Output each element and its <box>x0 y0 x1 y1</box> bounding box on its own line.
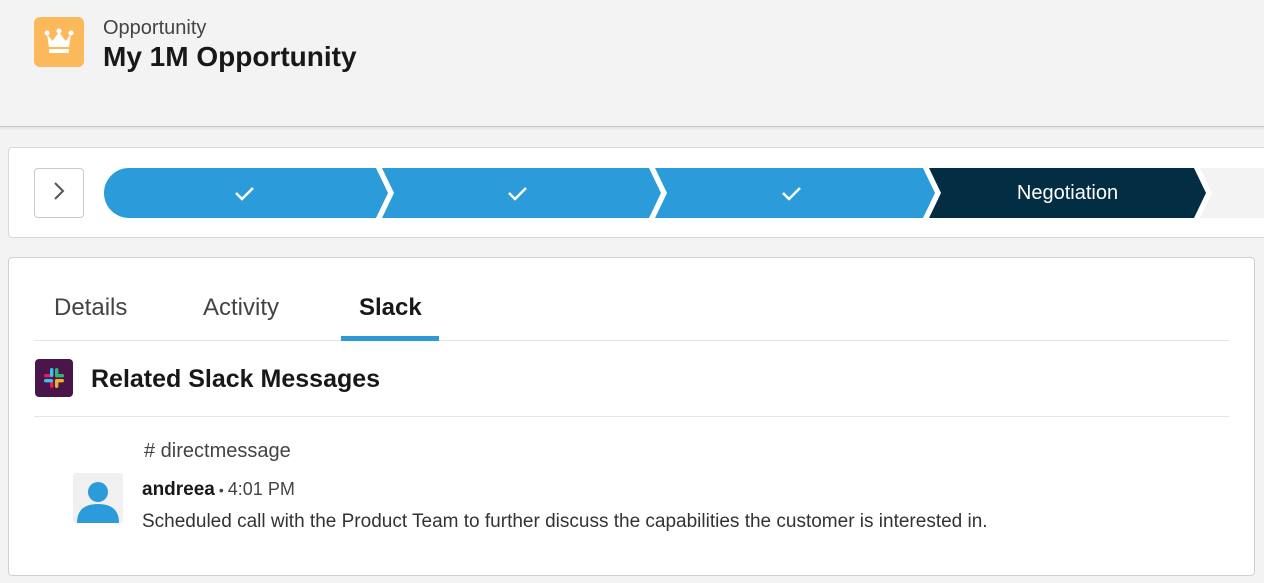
user-avatar-icon <box>73 473 123 523</box>
path-stage-5[interactable] <box>1200 168 1264 218</box>
channel-name[interactable]: # directmessage <box>144 440 291 463</box>
record-title: My 1M Opportunity <box>103 41 357 72</box>
path-stage-1[interactable] <box>104 168 388 218</box>
tab-details[interactable]: Details <box>54 294 127 341</box>
record-detail-card: Details Activity Slack Related Slack Mes… <box>8 257 1255 576</box>
message-time: 4:01 PM <box>227 479 295 499</box>
path-stage-2[interactable] <box>382 168 661 218</box>
message-text: Scheduled call with the Product Team to … <box>142 511 988 532</box>
section-title: Related Slack Messages <box>91 365 381 393</box>
slack-logo-icon <box>35 359 73 397</box>
message-separator: • <box>218 482 224 498</box>
message-author[interactable]: andreea <box>142 479 215 500</box>
object-type-label: Opportunity <box>103 17 207 39</box>
slack-section-header: Related Slack Messages <box>34 341 1229 417</box>
path-card: Negotiation <box>8 147 1264 238</box>
message-meta: andreea • 4:01 PM <box>142 479 295 501</box>
tab-activity[interactable]: Activity <box>203 294 279 341</box>
tab-slack[interactable]: Slack <box>359 294 422 341</box>
stage-label-current: Negotiation <box>1016 182 1119 204</box>
record-header: Opportunity My 1M Opportunity <box>0 0 1264 127</box>
crown-icon <box>34 17 84 67</box>
tab-bar: Details Activity Slack <box>34 258 1229 341</box>
path-stage-3[interactable] <box>655 168 935 218</box>
